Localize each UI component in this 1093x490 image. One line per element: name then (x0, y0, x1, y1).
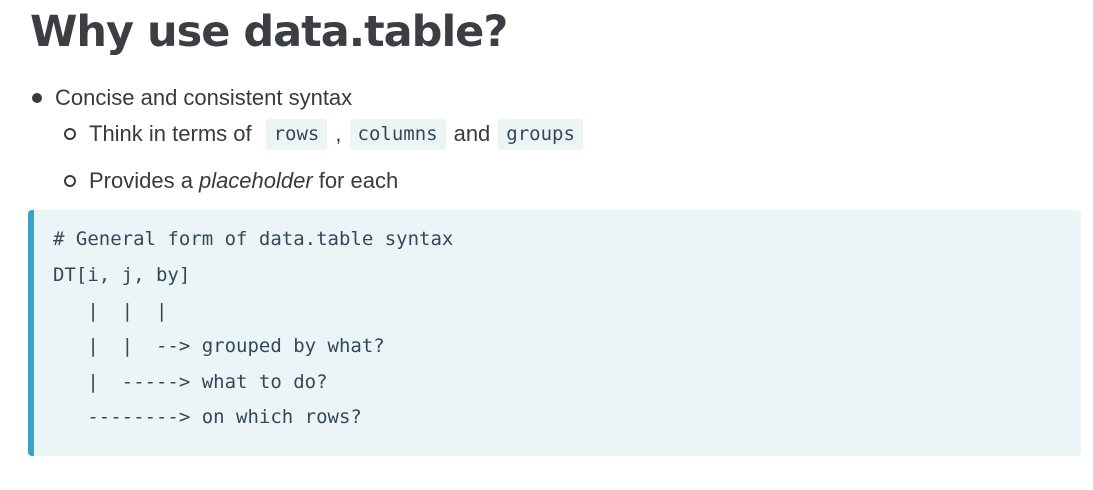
bullet-text: Concise and consistent syntax (55, 85, 353, 110)
slide: Why use data.table? Concise and consiste… (0, 0, 1093, 490)
emphasis-placeholder: placeholder (198, 168, 313, 193)
code-block: # General form of data.table syntax DT[i… (28, 210, 1081, 456)
bullet-dot-icon (32, 93, 42, 103)
bullet-concise-syntax: Concise and consistent syntax (30, 84, 352, 112)
hollow-bullet-icon (64, 175, 76, 187)
code-line-syntax: DT[i, j, by] (53, 264, 191, 286)
separator-comma: , (335, 121, 342, 146)
sub-bullet-placeholder: Provides a placeholder for each (64, 165, 398, 197)
sub-bullet-prefix: Think in terms of (89, 121, 252, 146)
code-line-comment: # General form of data.table syntax (53, 228, 454, 250)
code-line-i: --------> on which rows? (53, 406, 362, 428)
inline-code-rows: rows (265, 118, 328, 150)
code-line-by: | | --> grouped by what? (53, 335, 385, 357)
code-line-pipes: | | | (53, 300, 168, 322)
separator-and: and (453, 121, 491, 146)
code-line-j: | -----> what to do? (53, 371, 328, 393)
inline-code-groups: groups (498, 118, 583, 150)
inline-code-columns: columns (349, 118, 446, 150)
sub-bullet-terms: Think in terms of rows , columns and gro… (64, 118, 587, 150)
sub-bullet-suffix: for each (318, 168, 399, 193)
slide-title: Why use data.table? (30, 7, 508, 57)
sub-bullet-prefix: Provides a (89, 168, 193, 193)
hollow-bullet-icon (64, 128, 76, 140)
